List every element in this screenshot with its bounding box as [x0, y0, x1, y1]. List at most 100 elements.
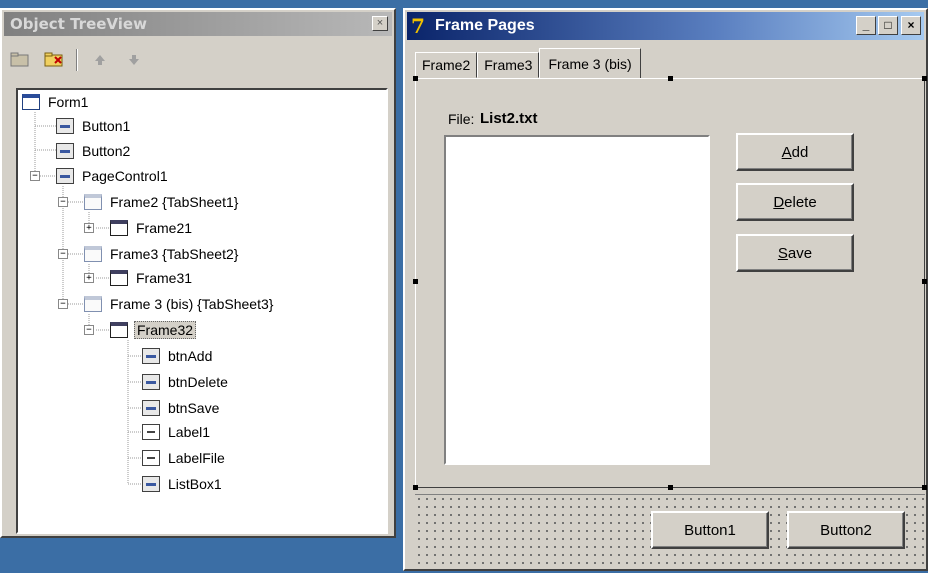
tree-node[interactable]: Frame2 {TabSheet1}: [84, 191, 240, 213]
tree-node-selected[interactable]: Frame32: [110, 319, 197, 341]
button2[interactable]: Button2: [787, 511, 905, 549]
resize-handle[interactable]: [922, 279, 927, 284]
tree-node-label: btnDelete: [168, 374, 228, 390]
tree-node-label: Frame3 {TabSheet2}: [110, 246, 239, 262]
frame-pages-window: 7 Frame Pages _ □ × Frame2 Frame3 Frame …: [403, 8, 928, 571]
tab-frame2[interactable]: Frame2: [415, 52, 478, 78]
app-icon: 7: [411, 14, 425, 38]
collapse-icon[interactable]: −: [58, 299, 68, 309]
resize-handle[interactable]: [413, 485, 418, 490]
add-button[interactable]: Add: [736, 133, 854, 171]
frame-icon: [110, 322, 128, 338]
button1[interactable]: Button1: [651, 511, 769, 549]
collapse-icon[interactable]: −: [30, 171, 40, 181]
tabsheet-icon: [84, 246, 102, 262]
save-button[interactable]: Save: [736, 234, 854, 272]
pagecontrol-icon: [56, 168, 74, 184]
tree-node[interactable]: Label1: [142, 421, 212, 443]
treeview-titlebar[interactable]: Object TreeView ×: [4, 12, 392, 36]
collapse-icon[interactable]: −: [84, 325, 94, 335]
collapse-icon[interactable]: −: [58, 197, 68, 207]
file-name-label: List2.txt: [480, 110, 538, 127]
file-listbox[interactable]: [444, 135, 710, 465]
label-icon: [142, 424, 160, 440]
save-button-accel: S: [777, 244, 788, 262]
frame-icon: [110, 270, 128, 286]
tree-node[interactable]: Button1: [56, 115, 132, 137]
tree-node-label: btnSave: [168, 400, 220, 416]
tree-node[interactable]: LabelFile: [142, 447, 227, 469]
save-button-label: ave: [787, 244, 813, 262]
treeview-toolbar: [8, 46, 388, 74]
file-label: File:: [448, 111, 475, 127]
form-design-grid: Button1 Button2: [415, 494, 925, 566]
button-icon: [142, 348, 160, 364]
minimize-icon[interactable]: _: [856, 16, 876, 35]
expand-icon[interactable]: +: [84, 273, 94, 283]
tree-node-label: Frame31: [136, 270, 193, 286]
tree-node-label: Frame2 {TabSheet1}: [110, 194, 239, 210]
delete-button-label: elete: [784, 193, 817, 211]
label-icon: [142, 450, 160, 466]
resize-handle[interactable]: [413, 279, 418, 284]
tree-node-label: Button2: [82, 143, 131, 159]
form-icon: [22, 94, 40, 110]
tree-node-label: PageControl1: [82, 168, 168, 184]
tree-node-label: ListBox1: [168, 476, 222, 492]
tree-node[interactable]: Frame3 {TabSheet2}: [84, 243, 240, 265]
resize-handle[interactable]: [922, 76, 927, 81]
button-icon: [56, 143, 74, 159]
new-folder-icon[interactable]: [8, 49, 32, 71]
tab-frame3[interactable]: Frame3: [477, 52, 540, 78]
tree-node[interactable]: Frame 3 (bis) {TabSheet3}: [84, 293, 275, 315]
tree-node-label: Button1: [82, 118, 131, 134]
tree-node[interactable]: btnDelete: [142, 371, 230, 393]
tree-node-label: LabelFile: [168, 450, 225, 466]
maximize-icon[interactable]: □: [878, 16, 898, 35]
tree-node-label: Label1: [168, 424, 211, 440]
up-arrow-icon[interactable]: [88, 49, 112, 71]
add-button-label: dd: [791, 143, 809, 161]
button-icon: [142, 374, 160, 390]
down-arrow-icon[interactable]: [122, 49, 146, 71]
tab-page-frame32: File: List2.txt Add Delete Save: [413, 76, 927, 490]
listbox-icon: [142, 476, 160, 492]
delete-button[interactable]: Delete: [736, 183, 854, 221]
tree-node[interactable]: Frame31: [110, 267, 194, 289]
collapse-icon[interactable]: −: [58, 249, 68, 259]
tree-node[interactable]: Form1: [22, 91, 90, 113]
tabsheet-icon: [84, 194, 102, 210]
tree-node-label: Frame32: [134, 321, 197, 339]
resize-handle[interactable]: [668, 485, 673, 490]
resize-handle[interactable]: [922, 485, 927, 490]
add-button-accel: A: [781, 143, 792, 161]
frame-pages-titlebar[interactable]: 7 Frame Pages _ □ ×: [407, 12, 924, 40]
expand-icon[interactable]: +: [84, 223, 94, 233]
tabsheet-icon: [84, 296, 102, 312]
tree-node[interactable]: PageControl1: [56, 165, 170, 187]
new-item-icon[interactable]: [42, 49, 66, 71]
treeview-title: Object TreeView: [10, 15, 147, 33]
tree-node[interactable]: btnAdd: [142, 345, 214, 367]
close-icon[interactable]: ×: [901, 16, 921, 35]
tab-frame3-bis[interactable]: Frame 3 (bis): [539, 48, 641, 78]
delete-button-accel: D: [773, 193, 785, 211]
button-icon: [56, 118, 74, 134]
page-tabs: Frame2 Frame3 Frame 3 (bis): [415, 48, 641, 78]
button-icon: [142, 400, 160, 416]
tree-node[interactable]: Button2: [56, 140, 132, 162]
frame-icon: [110, 220, 128, 236]
tree-node-label: btnAdd: [168, 348, 213, 364]
resize-handle[interactable]: [668, 76, 673, 81]
tree-node[interactable]: btnSave: [142, 397, 221, 419]
treeview-panel[interactable]: Form1 Button1 Button2 − PageControl1 − F…: [16, 88, 388, 534]
tree-node-label: Frame 3 (bis) {TabSheet3}: [110, 296, 274, 312]
window-title: Frame Pages: [435, 17, 535, 34]
resize-handle[interactable]: [413, 76, 418, 81]
object-treeview-window: Object TreeView × Form1 Button1 Button2 …: [0, 8, 396, 538]
close-icon[interactable]: ×: [372, 16, 388, 31]
toolbar-separator: [76, 49, 78, 71]
tree-node-label: Frame21: [136, 220, 193, 236]
tree-node[interactable]: ListBox1: [142, 473, 224, 495]
tree-node[interactable]: Frame21: [110, 217, 194, 239]
